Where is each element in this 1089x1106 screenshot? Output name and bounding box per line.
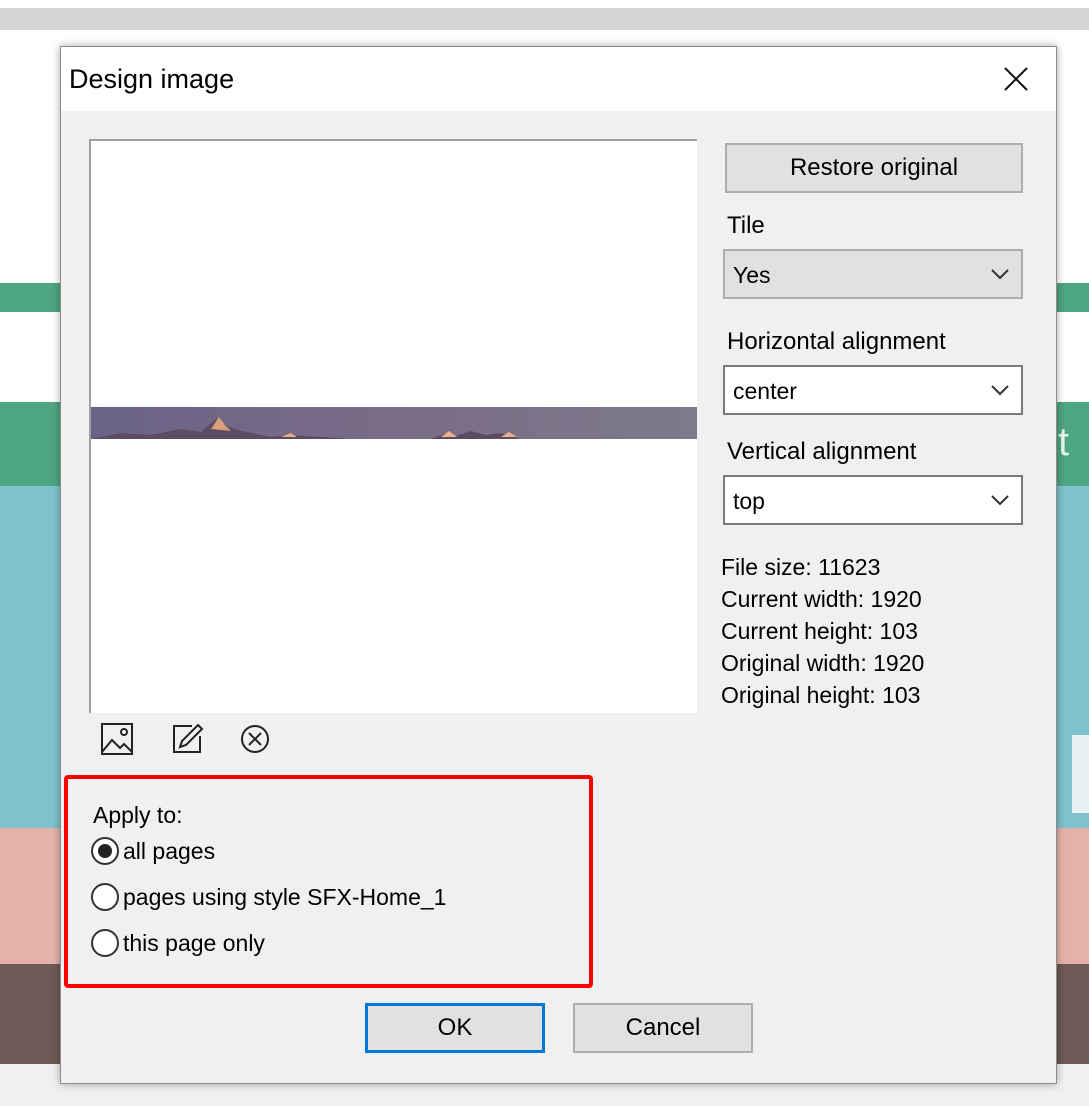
close-button[interactable] bbox=[976, 47, 1056, 111]
chevron-down-icon bbox=[991, 385, 1009, 396]
edit-icon bbox=[173, 723, 204, 753]
radio-label: all pages bbox=[123, 837, 216, 864]
current-height-text: Current height: 103 bbox=[721, 618, 918, 644]
cancel-button[interactable]: Cancel bbox=[573, 1003, 753, 1053]
radio-button[interactable] bbox=[91, 883, 119, 911]
insert-image-button[interactable] bbox=[97, 719, 137, 759]
tile-select[interactable]: Yes bbox=[723, 249, 1023, 299]
remove-icon bbox=[241, 725, 269, 753]
chevron-down-icon bbox=[991, 269, 1009, 280]
background-block bbox=[1072, 735, 1089, 813]
close-icon bbox=[1004, 67, 1028, 91]
edit-image-button[interactable] bbox=[167, 719, 207, 759]
preview-image-strip bbox=[91, 407, 697, 439]
background-top-bar bbox=[0, 8, 1089, 30]
apply-to-label: Apply to: bbox=[93, 802, 183, 828]
current-width-text: Current width: 1920 bbox=[721, 586, 922, 612]
design-image-dialog: Design image Apply to: all pages pages u… bbox=[60, 46, 1057, 1084]
horizontal-alignment-label: Horizontal alignment bbox=[727, 328, 946, 355]
horizontal-alignment-select[interactable]: center bbox=[723, 365, 1023, 415]
original-width-text: Original width: 1920 bbox=[721, 650, 925, 676]
image-info: File size: 11623 Current width: 1920 Cur… bbox=[721, 551, 924, 711]
radio-label: pages using style SFX-Home_1 bbox=[123, 883, 447, 910]
tile-value: Yes bbox=[733, 262, 771, 288]
vertical-alignment-select[interactable]: top bbox=[723, 475, 1023, 525]
radio-button[interactable] bbox=[91, 929, 119, 957]
radio-all-pages[interactable]: all pages bbox=[91, 837, 215, 865]
original-height-text: Original height: 103 bbox=[721, 682, 921, 708]
radio-this-page-only[interactable]: this page only bbox=[91, 929, 265, 957]
title-bar: Design image bbox=[61, 47, 1056, 111]
image-icon bbox=[101, 723, 133, 755]
vertical-alignment-value: top bbox=[733, 488, 765, 514]
image-preview bbox=[89, 139, 697, 713]
restore-original-button[interactable]: Restore original bbox=[725, 143, 1023, 193]
chevron-down-icon bbox=[991, 495, 1009, 506]
dialog-title: Design image bbox=[69, 64, 235, 94]
vertical-alignment-label: Vertical alignment bbox=[727, 438, 917, 465]
tile-label: Tile bbox=[727, 212, 765, 239]
background-partial-text: t bbox=[1058, 420, 1070, 464]
radio-button[interactable] bbox=[91, 837, 119, 865]
ok-button[interactable]: OK bbox=[365, 1003, 545, 1053]
radio-pages-using-style[interactable]: pages using style SFX-Home_1 bbox=[91, 883, 446, 911]
horizontal-alignment-value: center bbox=[733, 378, 797, 404]
radio-label: this page only bbox=[123, 929, 265, 956]
remove-image-button[interactable] bbox=[235, 719, 275, 759]
file-size-text: File size: 11623 bbox=[721, 554, 881, 580]
apply-to-group: Apply to: all pages pages using style SF… bbox=[64, 775, 593, 988]
